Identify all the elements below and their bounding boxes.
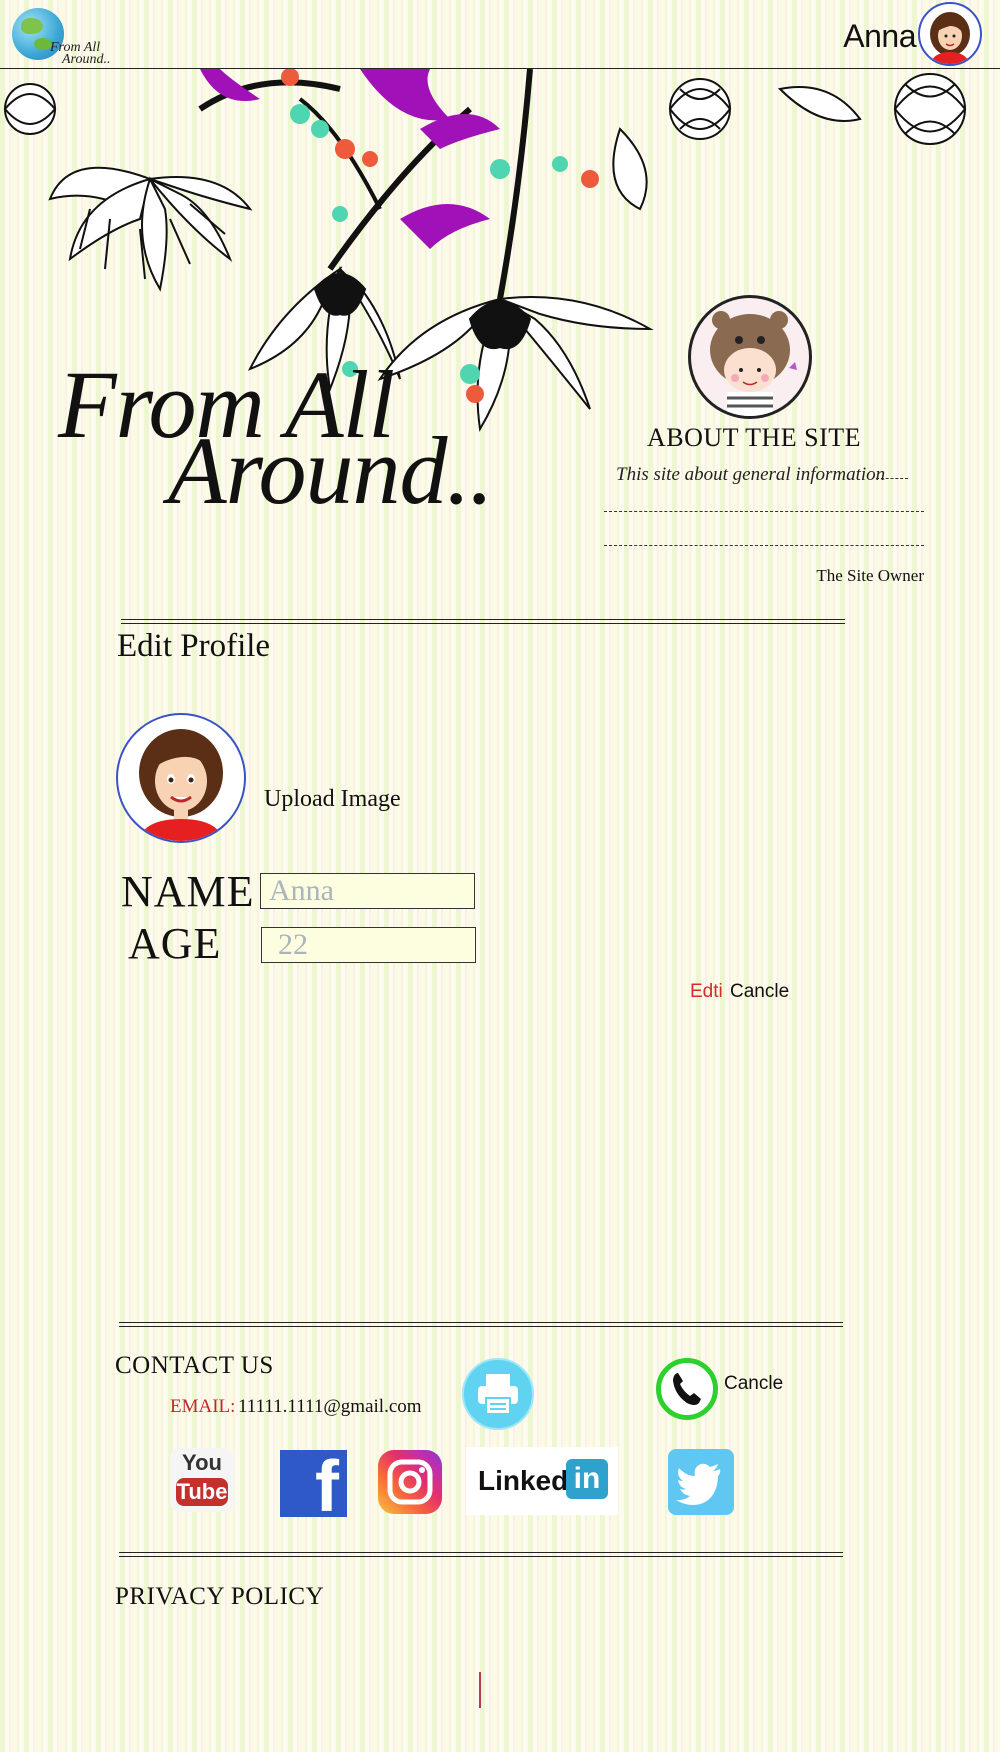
edit-profile-title: Edit Profile bbox=[117, 628, 271, 664]
email-label: EMAIL: bbox=[170, 1396, 236, 1417]
about-dash-line bbox=[604, 511, 924, 512]
about-dash-line bbox=[604, 545, 924, 546]
facebook-icon[interactable]: f bbox=[280, 1450, 347, 1523]
phone-icon[interactable] bbox=[656, 1358, 718, 1420]
youtube-you-text: You bbox=[182, 1450, 222, 1475]
about-dash-line bbox=[876, 478, 908, 479]
logo-text-line2: Around.. bbox=[62, 52, 111, 67]
section-divider bbox=[119, 1322, 843, 1327]
about-signature: The Site Owner bbox=[816, 566, 924, 585]
youtube-tube-text: Tube bbox=[176, 1478, 228, 1506]
profile-avatar[interactable] bbox=[116, 713, 246, 843]
user-avatar[interactable] bbox=[918, 2, 982, 66]
about-text: This site about general information bbox=[616, 464, 886, 485]
logo-text: From All Around.. bbox=[50, 41, 111, 67]
facebook-f-glyph: f bbox=[315, 1447, 339, 1527]
phone-glyph bbox=[673, 1373, 701, 1405]
site-owner-avatar bbox=[688, 295, 812, 419]
twitter-bird-glyph bbox=[676, 1463, 721, 1505]
age-label: AGE bbox=[128, 919, 222, 968]
site-logo[interactable]: From All Around.. bbox=[6, 2, 114, 67]
printer-icon[interactable] bbox=[462, 1358, 534, 1430]
youtube-icon[interactable]: You Tube bbox=[170, 1448, 234, 1512]
site-title: From All Around.. bbox=[58, 357, 578, 519]
about-title: ABOUT THE SITE bbox=[646, 423, 862, 452]
section-divider bbox=[119, 1552, 843, 1557]
site-owner-image bbox=[710, 311, 797, 416]
instagram-icon[interactable] bbox=[378, 1450, 442, 1514]
cancel-button[interactable]: Cancle bbox=[730, 981, 789, 1003]
section-divider bbox=[121, 619, 845, 624]
text-cursor bbox=[479, 1672, 481, 1708]
instagram-glyph bbox=[387, 1459, 433, 1505]
user-name[interactable]: Anna bbox=[843, 18, 916, 55]
linkedin-text: Linked bbox=[478, 1465, 569, 1496]
profile-avatar-image bbox=[138, 729, 224, 841]
privacy-policy-title[interactable]: PRIVACY POLICY bbox=[115, 1583, 324, 1611]
name-input[interactable] bbox=[260, 873, 475, 909]
age-input[interactable] bbox=[261, 927, 476, 963]
linkedin-icon[interactable]: Linked in bbox=[466, 1447, 618, 1515]
name-label: NAME bbox=[121, 867, 255, 916]
user-avatar-image bbox=[930, 12, 970, 64]
contact-title: CONTACT US bbox=[115, 1352, 274, 1379]
linkedin-in-badge: in bbox=[566, 1459, 608, 1499]
upload-image-link[interactable]: Upload Image bbox=[264, 786, 401, 813]
twitter-icon[interactable] bbox=[668, 1449, 734, 1515]
edit-button[interactable]: Edti bbox=[690, 981, 723, 1003]
printer-glyph bbox=[478, 1374, 518, 1415]
phone-cancel-label[interactable]: Cancle bbox=[724, 1373, 783, 1395]
email-value[interactable]: 11111.1111@gmail.com bbox=[238, 1396, 422, 1418]
